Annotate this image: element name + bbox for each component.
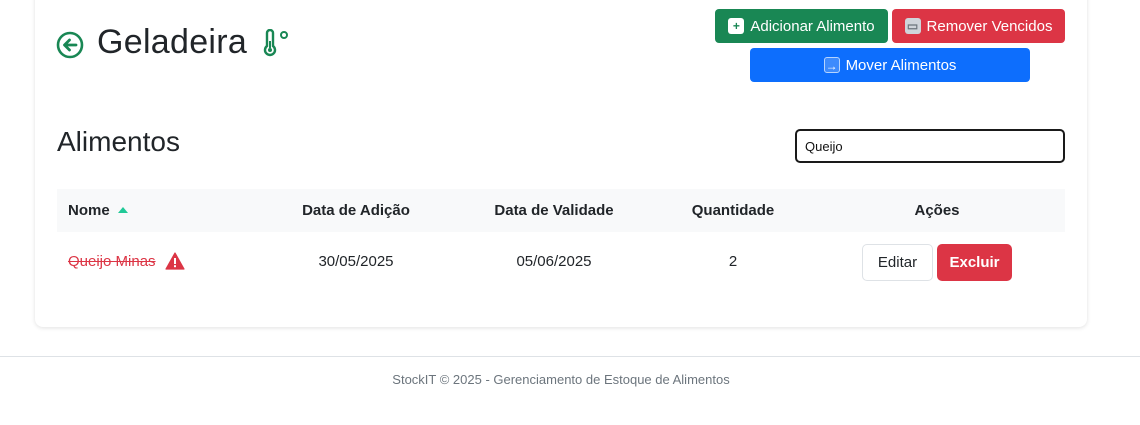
column-header-expiry: Data de Validade bbox=[494, 202, 614, 219]
delete-button[interactable]: Excluir bbox=[937, 244, 1012, 281]
sort-ascending-icon[interactable] bbox=[118, 207, 128, 213]
food-name: Queijo Minas bbox=[68, 253, 156, 270]
remove-expired-label: Remover Vencidos bbox=[926, 17, 1053, 35]
page-title: Geladeira bbox=[97, 23, 248, 61]
plus-icon: + bbox=[728, 18, 745, 34]
add-food-label: Adicionar Alimento bbox=[750, 17, 875, 35]
edit-button[interactable]: Editar bbox=[862, 244, 933, 281]
table-header: Nome Data de Adição Data de Validade Qua… bbox=[57, 189, 1065, 232]
trash-icon: ▭ bbox=[904, 18, 921, 34]
column-header-name[interactable]: Nome bbox=[68, 189, 110, 232]
move-foods-label: Mover Alimentos bbox=[845, 56, 957, 74]
move-foods-button[interactable]: → Mover Alimentos bbox=[750, 48, 1030, 82]
column-header-quantity: Quantidade bbox=[691, 202, 775, 219]
expiry-date: 05/06/2025 bbox=[516, 253, 592, 270]
add-food-button[interactable]: + Adicionar Alimento bbox=[715, 9, 888, 43]
footer-divider bbox=[0, 356, 1140, 357]
added-date: 30/05/2025 bbox=[318, 253, 394, 270]
arrow-right-icon: → bbox=[823, 57, 840, 73]
section-title: Alimentos bbox=[57, 126, 180, 157]
search-input[interactable] bbox=[795, 129, 1065, 163]
warning-triangle-icon bbox=[165, 252, 185, 270]
column-header-added: Data de Adição bbox=[302, 202, 410, 219]
remove-expired-button[interactable]: ▭ Remover Vencidos bbox=[892, 9, 1065, 43]
column-header-actions: Ações bbox=[914, 202, 960, 219]
quantity-value: 2 bbox=[728, 253, 738, 270]
arrow-left-circle-icon[interactable] bbox=[56, 31, 84, 59]
thermometer-icon bbox=[263, 29, 288, 57]
footer-text: StockIT © 2025 - Gerenciamento de Estoqu… bbox=[392, 372, 730, 387]
